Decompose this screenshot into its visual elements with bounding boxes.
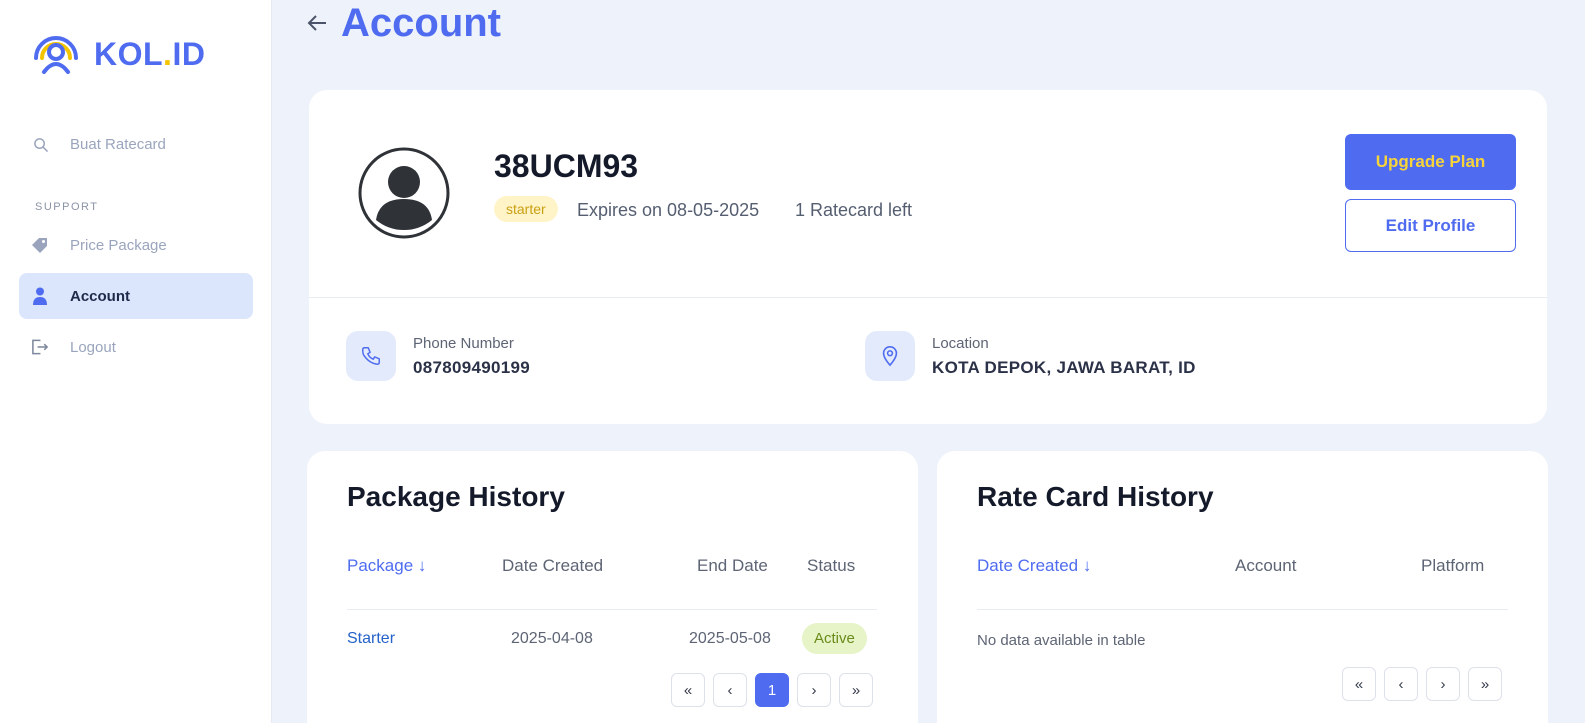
column-header-end-date[interactable]: End Date <box>697 556 768 576</box>
location-pin-icon <box>865 331 915 381</box>
edit-profile-button[interactable]: Edit Profile <box>1345 199 1516 252</box>
location-info: Location KOTA DEPOK, JAWA BARAT, ID <box>865 331 1196 381</box>
kol-logo-icon <box>34 36 78 74</box>
sidebar-item-account[interactable]: Account <box>19 273 253 319</box>
user-icon <box>31 287 49 305</box>
sidebar-item-logout[interactable]: Logout <box>19 324 253 370</box>
sidebar-item-label: Account <box>70 287 130 305</box>
upgrade-plan-button[interactable]: Upgrade Plan <box>1345 134 1516 190</box>
phone-info: Phone Number 087809490199 <box>346 331 530 381</box>
table-header-divider <box>347 609 877 610</box>
plan-expiry: Expires on 08-05-2025 <box>577 200 760 220</box>
sidebar-item-label: Price Package <box>70 236 167 254</box>
pagination-next-button[interactable]: › <box>1426 667 1460 701</box>
column-header-date-created[interactable]: Date Created ↓ <box>977 556 1091 576</box>
sidebar: KOL.ID Buat Ratecard SUPPORT Price Packa… <box>0 0 272 723</box>
pagination-prev-button[interactable]: ‹ <box>713 673 747 707</box>
column-header-date-created[interactable]: Date Created <box>502 556 603 576</box>
search-icon <box>31 135 49 153</box>
username: 38UCM93 <box>494 148 639 184</box>
phone-icon <box>346 331 396 381</box>
column-header-account[interactable]: Account <box>1235 556 1296 576</box>
date-created-cell: 2025-04-08 <box>511 630 593 647</box>
pagination-first-button[interactable]: « <box>671 673 705 707</box>
end-date-cell: 2025-05-08 <box>689 630 771 647</box>
package-name-link[interactable]: Starter <box>347 630 395 648</box>
column-header-platform[interactable]: Platform <box>1421 556 1484 576</box>
package-pagination: « ‹ 1 › » <box>671 673 873 707</box>
table-header-divider <box>977 609 1508 610</box>
section-label-support: SUPPORT <box>35 201 99 213</box>
phone-label: Phone Number <box>413 334 514 352</box>
ratecard-quota: 1 Ratecard left <box>795 200 913 220</box>
brand-name: KOL.ID <box>94 35 206 72</box>
page-title: Account <box>341 0 501 45</box>
logout-icon <box>31 338 49 356</box>
sidebar-item-label: Logout <box>70 338 116 356</box>
ratecard-pagination: « ‹ › » <box>1342 667 1502 701</box>
ratecard-history-title: Rate Card History <box>977 481 1214 512</box>
sidebar-item-label: Buat Ratecard <box>70 135 166 153</box>
package-history-card: Package History Package ↓ Date Created E… <box>307 451 918 723</box>
pagination-first-button[interactable]: « <box>1342 667 1376 701</box>
profile-card: 38UCM93 starter Expires on 08-05-2025 1 … <box>309 90 1547 424</box>
brand-logo[interactable]: KOL.ID <box>30 28 205 80</box>
location-value: KOTA DEPOK, JAWA BARAT, ID <box>932 357 1196 377</box>
tag-icon <box>31 236 49 254</box>
empty-table-message: No data available in table <box>977 632 1146 649</box>
pagination-prev-button[interactable]: ‹ <box>1384 667 1418 701</box>
page-header: Account <box>305 0 501 46</box>
pagination-last-button[interactable]: » <box>839 673 873 707</box>
plan-badge: starter <box>494 196 558 222</box>
pagination-next-button[interactable]: › <box>797 673 831 707</box>
location-label: Location <box>932 334 989 352</box>
pagination-last-button[interactable]: » <box>1468 667 1502 701</box>
phone-value: 087809490199 <box>413 357 531 377</box>
sidebar-item-buat-ratecard[interactable]: Buat Ratecard <box>19 121 253 167</box>
package-history-title: Package History <box>347 481 565 512</box>
pagination-page-1[interactable]: 1 <box>755 673 789 707</box>
status-badge: Active <box>802 623 867 654</box>
profile-divider <box>309 297 1547 298</box>
column-header-package[interactable]: Package ↓ <box>347 556 426 576</box>
avatar-icon <box>358 147 450 239</box>
sidebar-item-price-package[interactable]: Price Package <box>19 222 253 268</box>
ratecard-history-card: Rate Card History Date Created ↓ Account… <box>937 451 1548 723</box>
column-header-status[interactable]: Status <box>807 556 855 576</box>
back-arrow-icon[interactable] <box>305 11 329 35</box>
